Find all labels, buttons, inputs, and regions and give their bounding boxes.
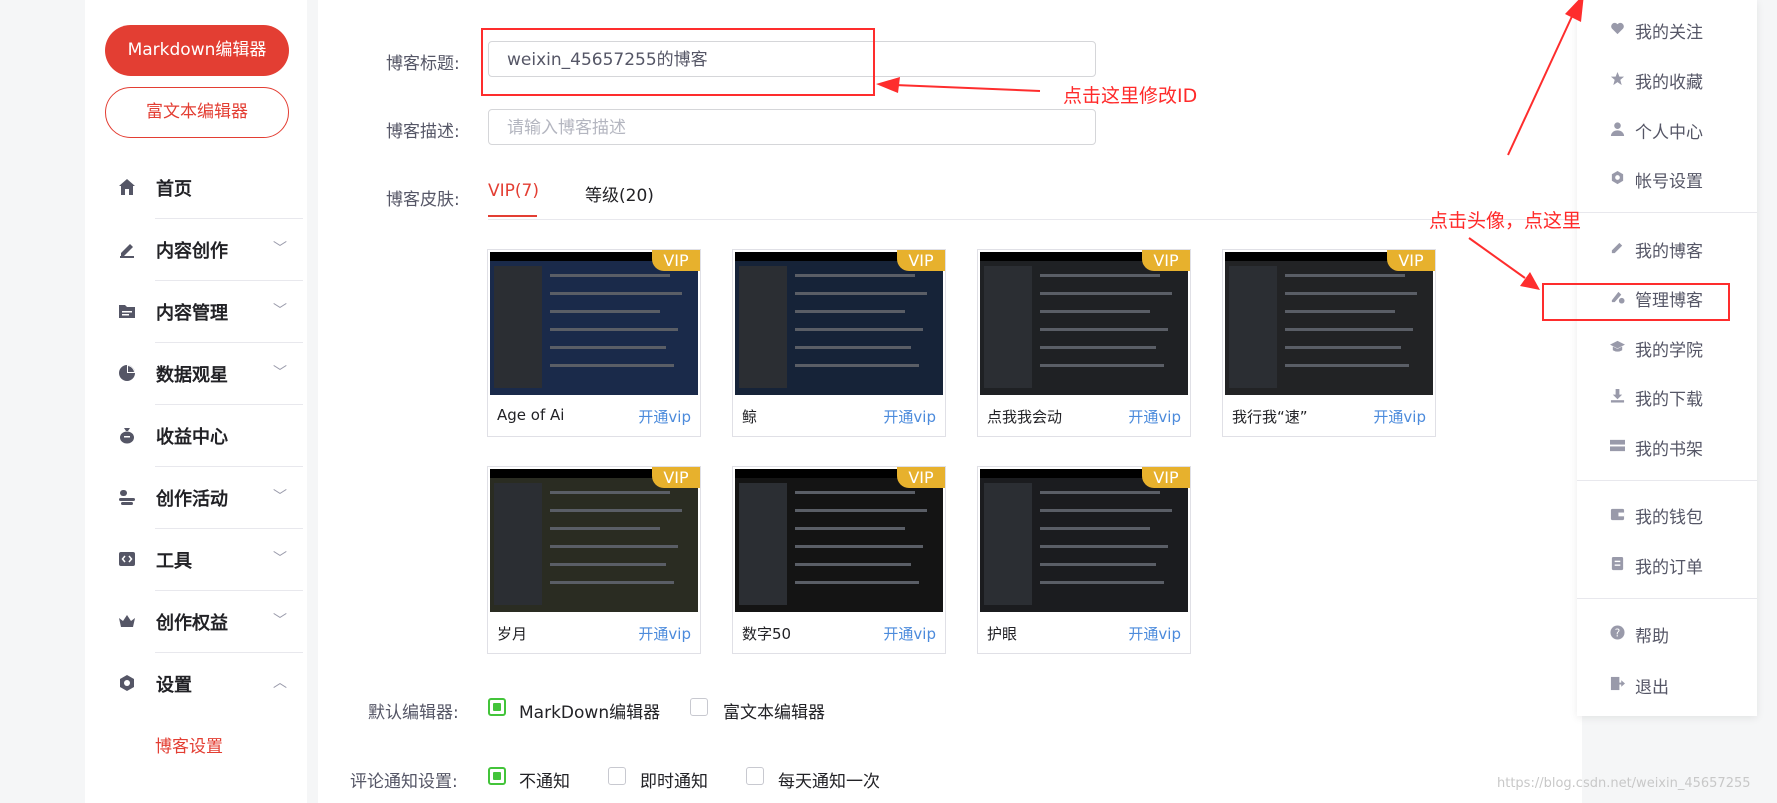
annotation-arrows: [876, 0, 1584, 290]
watermark: https://blog.csdn.net/weixin_45657255: [1497, 776, 1751, 791]
annotation-modify-id: 点击这里修改ID: [1063, 85, 1198, 107]
annotation-click-avatar: 点击头像，点这里: [1429, 210, 1582, 232]
